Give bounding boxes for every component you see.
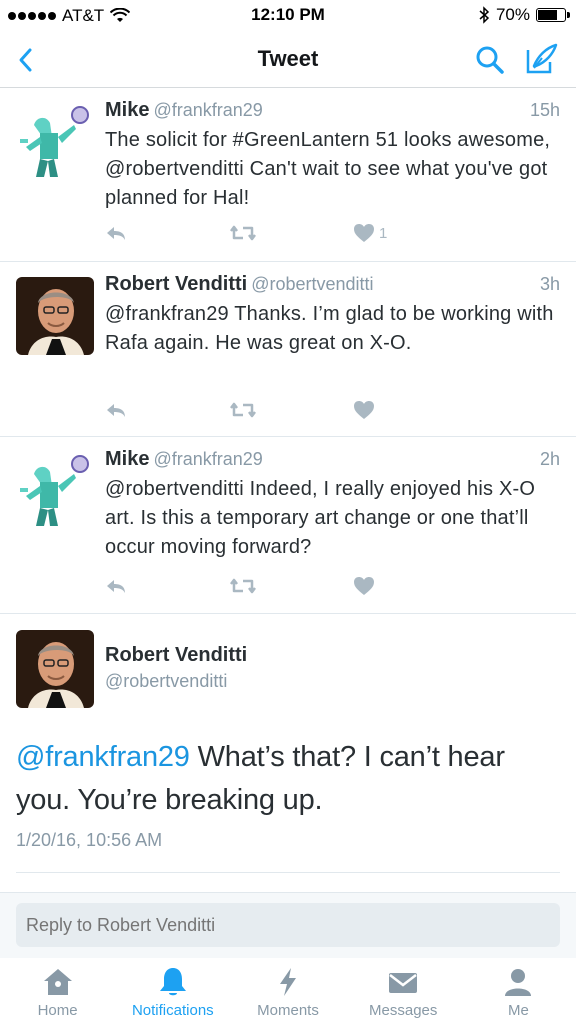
main-tweet: Robert Venditti @robertvenditti @frankfr…: [0, 614, 576, 892]
tweet-header: Mike @frankfran29 2h: [105, 446, 560, 472]
reply-button[interactable]: [105, 224, 229, 242]
tweet-body: Mike @frankfran29 2h @robertvenditti Inde…: [105, 446, 560, 562]
reply-bar: [0, 892, 576, 958]
reply-icon: [107, 227, 125, 240]
status-bar: AT&T 12:10 PM 70%: [0, 0, 576, 32]
tab-messages[interactable]: Messages: [346, 958, 461, 1024]
tweet-header: Robert Venditti @robertvenditti 3h: [105, 271, 560, 297]
main-tweet-author-name[interactable]: Robert Venditti: [105, 644, 247, 667]
heart-icon: [354, 577, 374, 595]
green-lantern-avatar[interactable]: [16, 103, 94, 181]
tab-notifications[interactable]: Notifications: [115, 958, 230, 1024]
like-button[interactable]: [353, 576, 375, 596]
tweet-item[interactable]: Robert Venditti @robertvenditti 3h @frank…: [0, 263, 576, 437]
retweet-button[interactable]: [229, 577, 353, 595]
tweet-actions: [105, 576, 375, 596]
tab-moments[interactable]: Moments: [230, 958, 345, 1024]
reply-icon: [107, 580, 125, 593]
tweet-author-name[interactable]: Robert Venditti: [105, 273, 247, 295]
home-icon: [43, 969, 72, 995]
tweet-author-handle[interactable]: @robertvenditti: [251, 274, 373, 294]
tweet-actions: 1: [105, 223, 387, 243]
tweet-text: The solicit for #GreenLantern 51 looks a…: [105, 129, 551, 209]
main-tweet-author-handle[interactable]: @robertvenditti: [105, 671, 227, 692]
like-count: 1: [379, 224, 388, 242]
like-button[interactable]: 1: [353, 223, 387, 243]
tweet-text: @robertvenditti Indeed, I really enjoyed…: [105, 478, 536, 558]
tweet-author-handle[interactable]: @frankfran29: [153, 100, 262, 120]
divider: [16, 872, 560, 873]
robert-photo-avatar[interactable]: [16, 630, 94, 708]
battery-percent: 70%: [495, 5, 530, 24]
retweet-icon: [230, 402, 256, 418]
reply-button[interactable]: [105, 401, 229, 419]
tweet-timestamp: 2h: [539, 449, 560, 469]
reply-button[interactable]: [105, 577, 229, 595]
main-tweet-text: @frankfran29 What’s that? I can’t hear y…: [16, 736, 560, 822]
heart-icon: [354, 401, 374, 419]
lightning-icon: [280, 968, 296, 996]
nav-bar: Tweet: [0, 32, 576, 88]
main-tweet-date: 1/20/16, 10:56 AM: [16, 830, 163, 850]
status-right: 70%: [478, 5, 570, 25]
search-icon: [476, 46, 504, 74]
robert-photo-avatar[interactable]: [16, 277, 94, 355]
compose-quill-icon: [526, 43, 558, 74]
person-icon: [505, 969, 532, 996]
retweet-button[interactable]: [229, 224, 353, 242]
tweet-item[interactable]: Mike @frankfran29 2h @robertvenditti Inde…: [0, 438, 576, 614]
tab-label: Me: [507, 1002, 529, 1019]
tab-label: Notifications: [131, 1002, 214, 1019]
tweet-timestamp: 3h: [539, 274, 560, 294]
tab-label: Messages: [369, 1002, 438, 1019]
tweet-item[interactable]: Mike @frankfran29 15h The solicit for #Gr…: [0, 89, 576, 262]
bell-icon: [159, 968, 186, 996]
tweet-actions: [105, 400, 375, 420]
bluetooth-icon: [479, 6, 490, 24]
reply-icon: [107, 404, 125, 417]
retweet-button[interactable]: [229, 401, 353, 419]
reply-input[interactable]: [16, 903, 560, 947]
heart-icon: [354, 224, 374, 242]
envelope-icon: [389, 973, 418, 993]
battery-icon: [536, 8, 570, 22]
retweet-icon: [230, 578, 256, 594]
tweet-author-handle[interactable]: @frankfran29: [153, 449, 262, 469]
green-lantern-avatar[interactable]: [16, 452, 94, 530]
tab-bar: Home Notifications Moments Messages Me: [0, 958, 576, 1024]
tweet-author-name[interactable]: Mike: [105, 448, 149, 470]
tweet-timestamp: 15h: [529, 100, 560, 120]
like-button[interactable]: [353, 400, 375, 420]
tab-label: Moments: [257, 1002, 319, 1019]
tweet-body: Mike @frankfran29 15h The solicit for #Gr…: [105, 97, 560, 213]
tweet-body: Robert Venditti @robertvenditti 3h @frank…: [105, 271, 560, 358]
retweet-icon: [230, 225, 256, 241]
tab-label: Home: [37, 1002, 78, 1019]
tab-me[interactable]: Me: [461, 958, 576, 1024]
search-button[interactable]: [472, 42, 508, 78]
tweet-author-name[interactable]: Mike: [105, 99, 149, 121]
mention-link[interactable]: @frankfran29: [16, 741, 190, 773]
tab-home[interactable]: Home: [0, 958, 115, 1024]
compose-button[interactable]: [522, 40, 560, 78]
tweet-header: Mike @frankfran29 15h: [105, 97, 560, 123]
tweet-text: @frankfran29 Thanks. I’m glad to be work…: [105, 303, 554, 354]
